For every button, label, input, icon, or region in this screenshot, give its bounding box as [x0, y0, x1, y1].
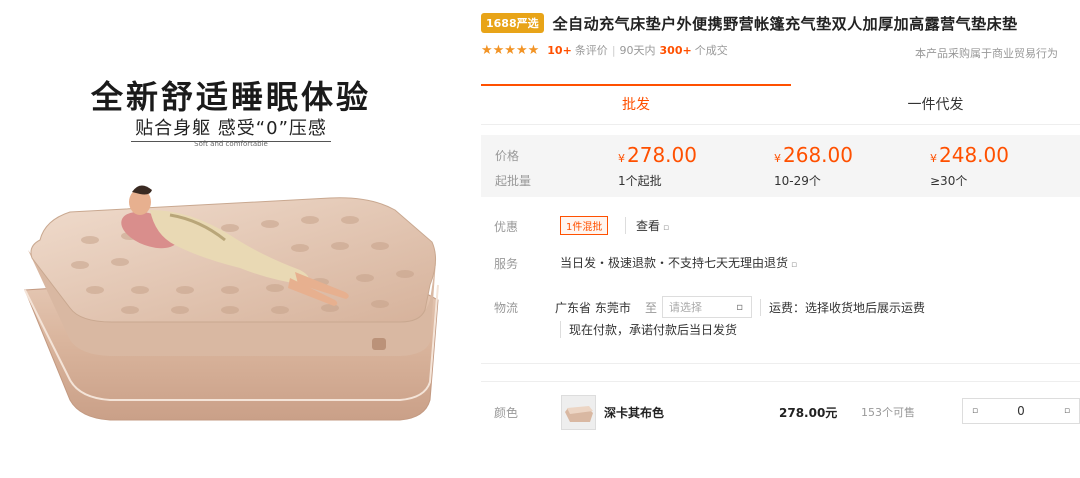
review-label[interactable]: 条评价	[575, 42, 608, 58]
tier-price-1: ¥278.00	[618, 143, 697, 167]
currency-symbol: ¥	[774, 152, 781, 165]
price-tier-box: 价格 起批量 ¥278.00 ¥268.00 ¥248.00 1个起批 10-2…	[481, 135, 1080, 197]
mattress-illustration	[24, 185, 439, 421]
dropdown-icon: ▫	[736, 302, 743, 313]
shipping-fee: 运费：选择收货地后展示运费	[760, 299, 925, 316]
tier-price-3: ¥248.00	[930, 143, 1009, 167]
quantity-stepper: ▫ 0 ▫	[962, 398, 1080, 424]
tab-dropship[interactable]: 一件代发	[791, 84, 1080, 124]
tier-price-value: 248.00	[939, 143, 1009, 167]
tier-price-value: 278.00	[627, 143, 697, 167]
rating-row: ★★★★★ 10+ 条评价 | 90天内 300+ 个成交	[481, 42, 728, 58]
rating-stars-icon: ★★★★★	[481, 42, 540, 58]
purchase-mode-tabs: 批发 一件代发	[481, 84, 1080, 125]
service-text: 当日发・极速退款・不支持七天无理由退货	[560, 256, 789, 270]
currency-symbol: ¥	[618, 152, 625, 165]
service-info[interactable]: 当日发・极速退款・不支持七天无理由退货 ▫	[560, 254, 797, 271]
region-select[interactable]: 请选择 ▫	[662, 296, 752, 318]
hero-small-text: Soft and comfortable	[194, 140, 268, 148]
sku-name: 深卡其布色	[604, 406, 665, 420]
section-divider	[481, 381, 1080, 382]
promo-view-text: 查看	[636, 219, 661, 233]
min-qty-label: 起批量	[495, 174, 532, 188]
hero-subtitle: 贴合身躯 感受“0”压感	[0, 114, 462, 142]
promo-tag: 1件混批	[560, 216, 609, 235]
currency-symbol: ¥	[930, 152, 937, 165]
tab-wholesale[interactable]: 批发	[481, 84, 791, 124]
price-label: 价格	[495, 149, 520, 163]
title-row: 1688严选 全自动充气床垫户外便携野营帐篷充气垫双人加厚加高露营气垫床垫	[481, 12, 1018, 34]
product-main-image[interactable]: 全新舒适睡眠体验 贴合身躯 感受“0”压感 Soft and comfortab…	[0, 0, 462, 478]
promo-view-link[interactable]: 查看 ▫	[625, 217, 669, 234]
promo-label: 优惠	[494, 220, 519, 234]
yanxuan-badge: 1688严选	[481, 13, 544, 33]
quantity-input[interactable]: 0	[987, 404, 1055, 418]
hero-subtitle-text: 贴合身躯 感受“0”压感	[131, 118, 331, 142]
sales-period: 90天内	[619, 44, 656, 57]
info-icon: ▫	[791, 260, 798, 270]
hero-title: 全新舒适睡眠体验	[90, 78, 371, 116]
plus-icon[interactable]: ▫	[1055, 406, 1079, 416]
color-label: 颜色	[494, 406, 519, 420]
tier-price-value: 268.00	[783, 143, 853, 167]
divider-bar: |	[611, 43, 616, 57]
sku-price: 278.00元	[779, 406, 838, 420]
tier-qty-2: 10-29个	[774, 174, 821, 188]
ship-origin: 广东省 东莞市	[555, 301, 631, 315]
sku-stock: 153个可售	[861, 406, 915, 419]
minus-icon[interactable]: ▫	[963, 406, 987, 416]
ship-to-label: 至	[645, 301, 658, 315]
ship-promise: 现在付款，承诺付款后当日发货	[560, 321, 737, 338]
trade-note: 本产品采购属于商业贸易行为	[915, 47, 1058, 60]
sku-thumbnail[interactable]	[561, 395, 596, 430]
review-count[interactable]: 10+	[547, 44, 572, 57]
section-divider	[481, 363, 1080, 364]
sku-thumbnail-image	[562, 396, 595, 429]
product-title: 全自动充气床垫户外便携野营帐篷充气垫双人加厚加高露营气垫床垫	[552, 14, 1018, 33]
sales-count: 300+	[659, 43, 692, 57]
region-select-placeholder: 请选择	[669, 301, 702, 314]
tier-price-2: ¥268.00	[774, 143, 853, 167]
tier-qty-1: 1个起批	[618, 174, 662, 188]
service-label: 服务	[494, 257, 519, 271]
tier-qty-3: ≥30个	[930, 174, 968, 188]
chevron-icon: ▫	[663, 223, 670, 233]
logistics-label: 物流	[494, 301, 519, 315]
sales-label: 个成交	[694, 44, 728, 57]
